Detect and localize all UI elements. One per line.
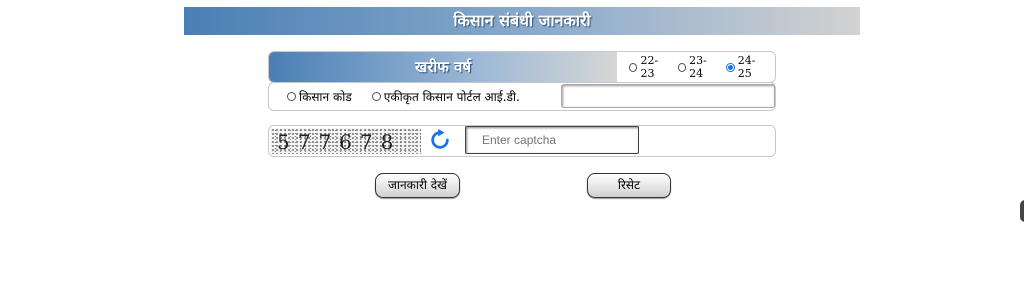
year-label-22-23: 22-23 bbox=[640, 54, 659, 80]
page-header: किसान संबंधी जानकारी bbox=[184, 7, 860, 35]
season-row: खरीफ वर्ष 22-23 23-24 24-25 bbox=[268, 51, 776, 83]
year-radio-22-23[interactable] bbox=[629, 62, 638, 72]
id-type-options: किसान कोड एकीकृत किसान पोर्टल आई.डी. bbox=[287, 83, 540, 110]
year-label-24-25: 24-25 bbox=[737, 54, 756, 80]
view-info-button[interactable]: जानकारी देखें bbox=[375, 173, 460, 198]
captcha-text: 577678 bbox=[277, 130, 402, 154]
captcha-input[interactable] bbox=[465, 126, 639, 154]
season-title-bar: खरीफ वर्ष bbox=[269, 52, 617, 82]
year-options: 22-23 23-24 24-25 bbox=[629, 52, 775, 82]
year-radio-23-24[interactable] bbox=[677, 62, 687, 72]
id-option-portal-id[interactable]: एकीकृत किसान पोर्टल आई.डी. bbox=[371, 88, 520, 105]
id-option-kisan-code[interactable]: किसान कोड bbox=[287, 88, 352, 105]
captcha-image: 577678 bbox=[271, 128, 421, 154]
year-label-23-24: 23-24 bbox=[689, 54, 707, 80]
id-type-row: किसान कोड एकीकृत किसान पोर्टल आई.डी. bbox=[268, 82, 776, 111]
refresh-icon[interactable] bbox=[429, 129, 451, 151]
year-option-23-24[interactable]: 23-24 bbox=[677, 54, 719, 80]
id-label-portal-id: एकीकृत किसान पोर्टल आई.डी. bbox=[383, 90, 520, 104]
captcha-row: 577678 bbox=[268, 125, 776, 157]
year-radio-24-25[interactable] bbox=[726, 62, 735, 72]
id-radio-portal-id[interactable] bbox=[371, 92, 381, 101]
reset-button[interactable]: रिसेट bbox=[587, 173, 671, 198]
season-title: खरीफ वर्ष bbox=[414, 58, 472, 76]
id-radio-kisan-code[interactable] bbox=[287, 92, 296, 101]
id-label-kisan-code: किसान कोड bbox=[299, 90, 352, 104]
year-option-22-23[interactable]: 22-23 bbox=[629, 54, 670, 80]
year-option-24-25[interactable]: 24-25 bbox=[726, 54, 767, 80]
page-title: किसान संबंधी जानकारी bbox=[453, 11, 591, 30]
edge-scroll-handle[interactable] bbox=[1020, 200, 1024, 222]
id-input[interactable] bbox=[561, 84, 775, 108]
